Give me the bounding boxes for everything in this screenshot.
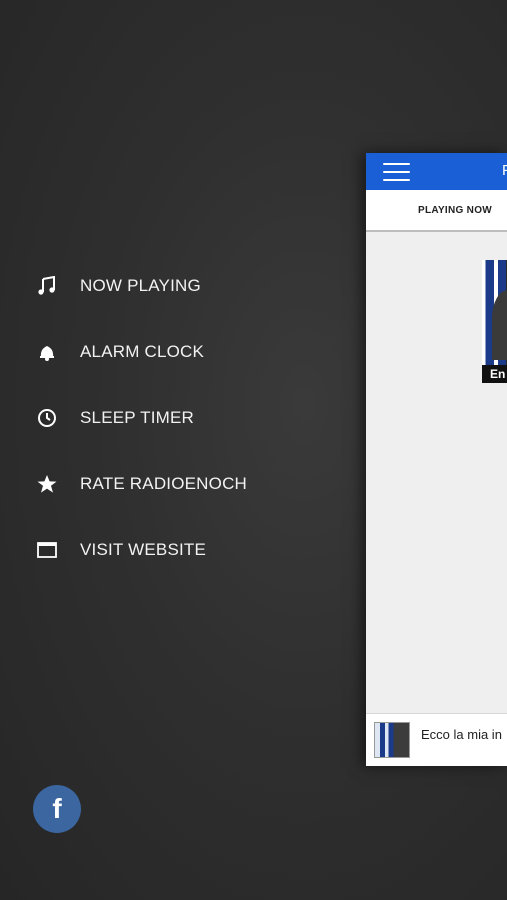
menu-label-sleep-timer: SLEEP TIMER: [80, 408, 195, 427]
menu-label-alarm-clock: ALARM CLOCK: [80, 342, 205, 361]
browser-window-icon: [36, 539, 58, 561]
menu-item-alarm-clock[interactable]: ALARM CLOCK: [0, 319, 340, 385]
mini-player-title: Ecco la mia in: [421, 727, 502, 742]
menu-item-visit-website[interactable]: VISIT WEBSITE: [0, 517, 340, 583]
facebook-button[interactable]: f: [33, 785, 81, 833]
mini-player[interactable]: Ecco la mia in: [366, 713, 507, 766]
mini-player-thumbnail: [374, 722, 410, 758]
artwork-caption: En: [482, 365, 507, 383]
menu-label-rate: RATE RADIOENOCH: [80, 474, 248, 493]
clock-icon: [36, 407, 58, 429]
menu-item-sleep-timer[interactable]: SLEEP TIMER: [0, 385, 340, 451]
tab-bar: PLAYING NOW: [366, 190, 507, 232]
album-artwork: En: [482, 260, 507, 383]
facebook-icon: f: [52, 793, 62, 824]
menu-label-now-playing: NOW PLAYING: [80, 276, 201, 295]
tab-playing-now[interactable]: PLAYING NOW: [366, 190, 507, 230]
menu-item-now-playing[interactable]: NOW PLAYING: [0, 253, 340, 319]
star-icon: [36, 473, 58, 495]
side-menu: NOW PLAYING ALARM CLOCK SLEEP TIMER RATE…: [0, 253, 340, 583]
header-title: F: [502, 162, 507, 179]
bell-icon: [36, 341, 58, 363]
menu-label-visit-website: VISIT WEBSITE: [80, 540, 207, 559]
hamburger-menu-icon[interactable]: [383, 163, 410, 181]
music-note-icon: [36, 275, 58, 297]
app-main-panel: F PLAYING NOW En Ecco la mia in: [366, 153, 507, 766]
menu-item-rate[interactable]: RATE RADIOENOCH: [0, 451, 340, 517]
app-header: F: [366, 153, 507, 190]
artwork-portrait: [492, 290, 507, 360]
